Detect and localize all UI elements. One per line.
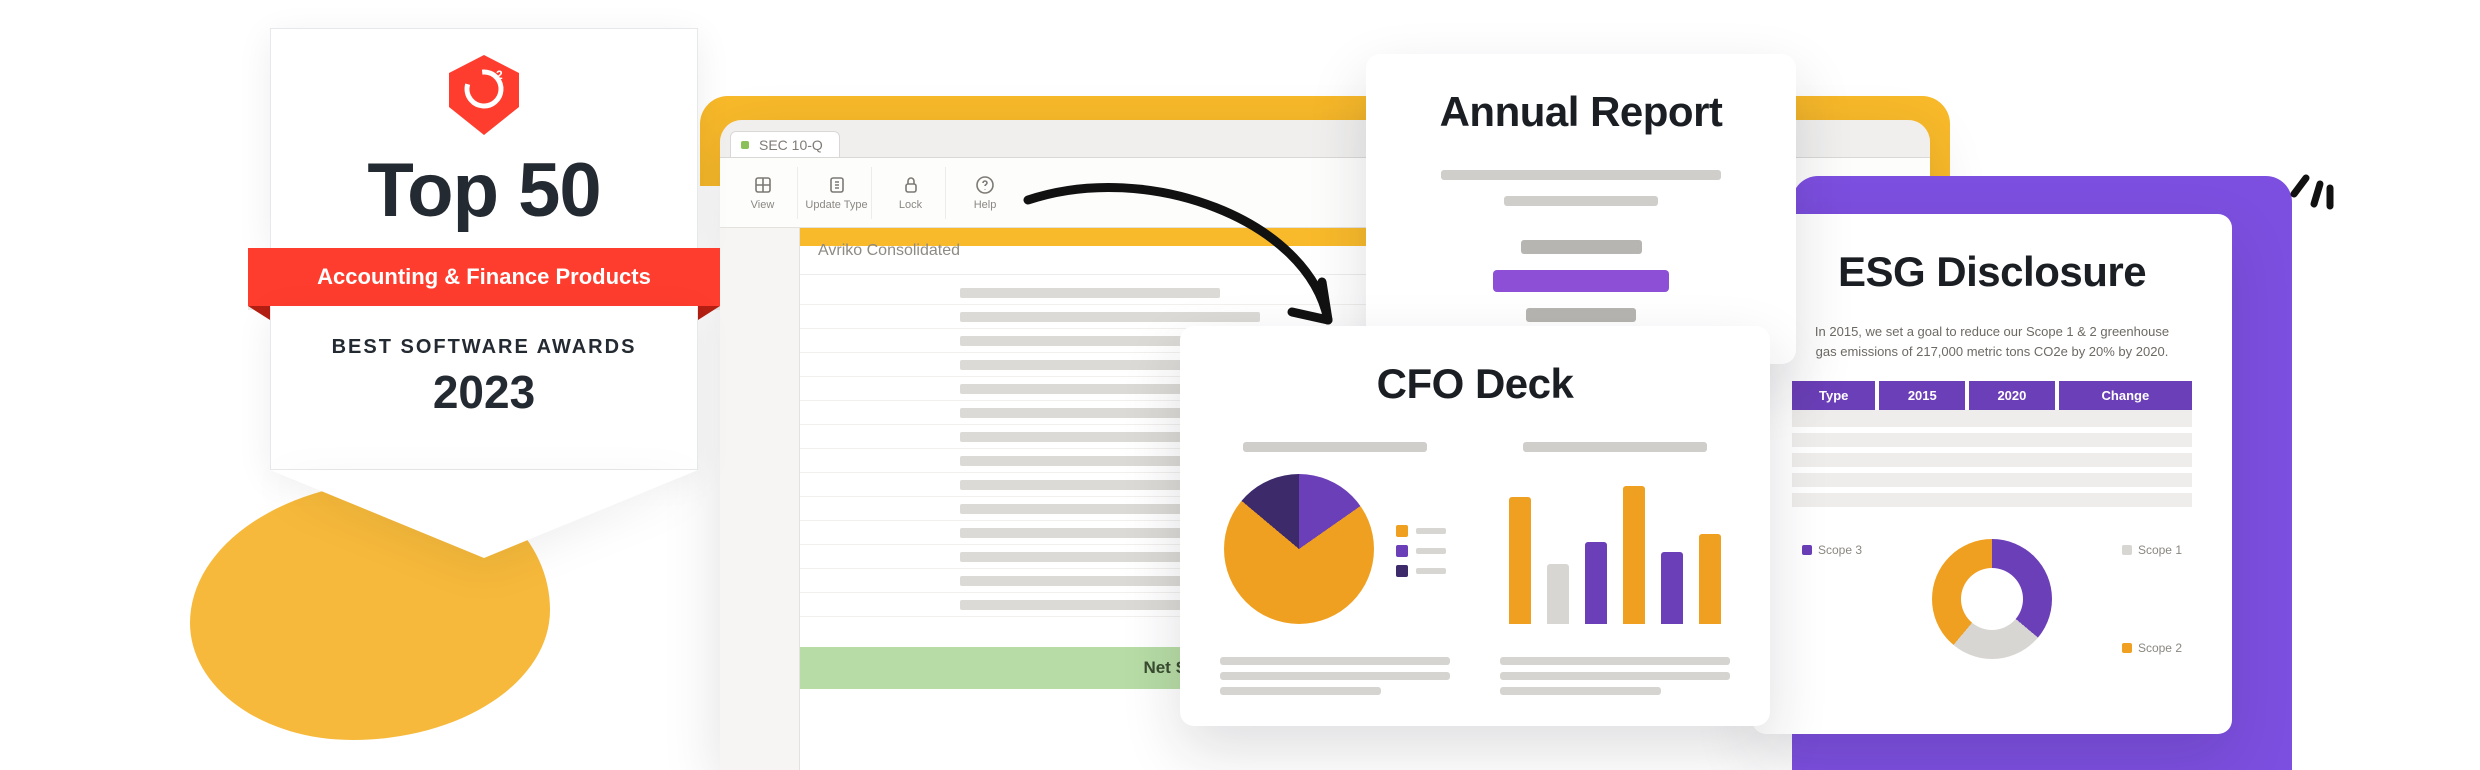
donut-label-scope1: Scope 1 <box>2122 543 2182 557</box>
donut-chart-icon <box>1932 539 2052 659</box>
toolbar-help-label: Help <box>974 199 997 211</box>
text-skeleton <box>1441 170 1721 180</box>
th-2015: 2015 <box>1877 381 1967 410</box>
text-skeleton <box>1523 442 1707 452</box>
badge-ribbon-text: Accounting & Finance Products <box>317 264 651 290</box>
document-tab[interactable]: SEC 10-Q <box>730 131 840 157</box>
toolbar-update-label: Update Type <box>805 199 867 211</box>
table-row <box>1792 490 2192 510</box>
sparkle-icon <box>2284 144 2354 214</box>
toolbar-view-label: View <box>751 199 775 211</box>
donut-label-scope2: Scope 2 <box>2122 641 2182 655</box>
row-gutter <box>720 228 800 770</box>
toolbar-lock-button[interactable]: Lock <box>876 167 946 219</box>
esg-blurb: In 2015, we set a goal to reduce our Sco… <box>1792 322 2192 361</box>
text-skeleton <box>1504 196 1658 206</box>
text-lines <box>1220 650 1450 702</box>
tab-status-dot <box>741 141 749 149</box>
toolbar-update-button[interactable]: Update Type <box>802 167 872 219</box>
toolbar-lock-label: Lock <box>899 199 922 211</box>
highlight-bar <box>1493 270 1669 292</box>
badge-year: 2023 <box>303 365 665 419</box>
annual-report-card: Annual Report <box>1366 54 1796 364</box>
legend-swatch <box>1396 525 1408 537</box>
bar-chart-icon <box>1509 474 1721 624</box>
text-skeleton <box>1521 240 1642 254</box>
arrow-icon <box>1008 170 1368 370</box>
th-change: Change <box>2057 381 2192 410</box>
g2-award-badge: 2 Top 50 Accounting & Finance Products B… <box>270 28 698 558</box>
cfo-bars-column <box>1500 434 1730 702</box>
grid-icon <box>753 175 773 195</box>
badge-point <box>270 470 698 558</box>
legend-label-skeleton <box>1416 528 1446 534</box>
th-type: Type <box>1792 381 1877 410</box>
annual-report-body <box>1406 162 1756 330</box>
lock-icon <box>901 175 921 195</box>
toolbar-view-button[interactable]: View <box>728 167 798 219</box>
badge-subtitle: BEST SOFTWARE AWARDS <box>303 336 665 359</box>
table-header-row: Type 2015 2020 Change <box>1792 381 2192 410</box>
cfo-deck-body <box>1220 434 1730 702</box>
annual-report-title: Annual Report <box>1406 88 1756 136</box>
svg-text:2: 2 <box>496 68 503 82</box>
esg-table: Type 2015 2020 Change <box>1792 381 2192 513</box>
badge-ribbon: Accounting & Finance Products <box>248 248 720 306</box>
text-skeleton <box>1243 442 1427 452</box>
table-row <box>1792 470 2192 490</box>
pie-chart-icon <box>1224 474 1374 624</box>
text-lines <box>1500 650 1730 702</box>
esg-donut-wrap: Scope 3 Scope 1 Scope 2 <box>1792 539 2192 659</box>
legend-label-skeleton <box>1416 548 1446 554</box>
annual-report-stack <box>1471 232 1691 330</box>
badge-headline: Top 50 <box>367 147 600 234</box>
esg-title: ESG Disclosure <box>1792 248 2192 296</box>
g2-logo-icon: 2 <box>449 59 519 131</box>
cfo-deck-card: CFO Deck <box>1180 326 1770 726</box>
esg-disclosure-card: ESG Disclosure In 2015, we set a goal to… <box>1752 214 2232 734</box>
badge-top: 2 Top 50 <box>270 28 698 248</box>
table-row <box>1792 450 2192 470</box>
text-skeleton <box>1526 308 1636 322</box>
table-row <box>1792 410 2192 430</box>
refresh-icon <box>827 175 847 195</box>
badge-bottom: BEST SOFTWARE AWARDS 2023 <box>270 306 698 470</box>
th-2020: 2020 <box>1967 381 2057 410</box>
help-icon <box>975 175 995 195</box>
tab-title: SEC 10-Q <box>759 137 823 153</box>
legend-label-skeleton <box>1416 568 1446 574</box>
table-row <box>1792 430 2192 450</box>
pie-legend <box>1396 525 1446 577</box>
legend-swatch <box>1396 565 1408 577</box>
legend-swatch <box>1396 545 1408 557</box>
donut-label-scope3: Scope 3 <box>1802 543 1862 557</box>
cfo-pie-column <box>1220 434 1450 702</box>
